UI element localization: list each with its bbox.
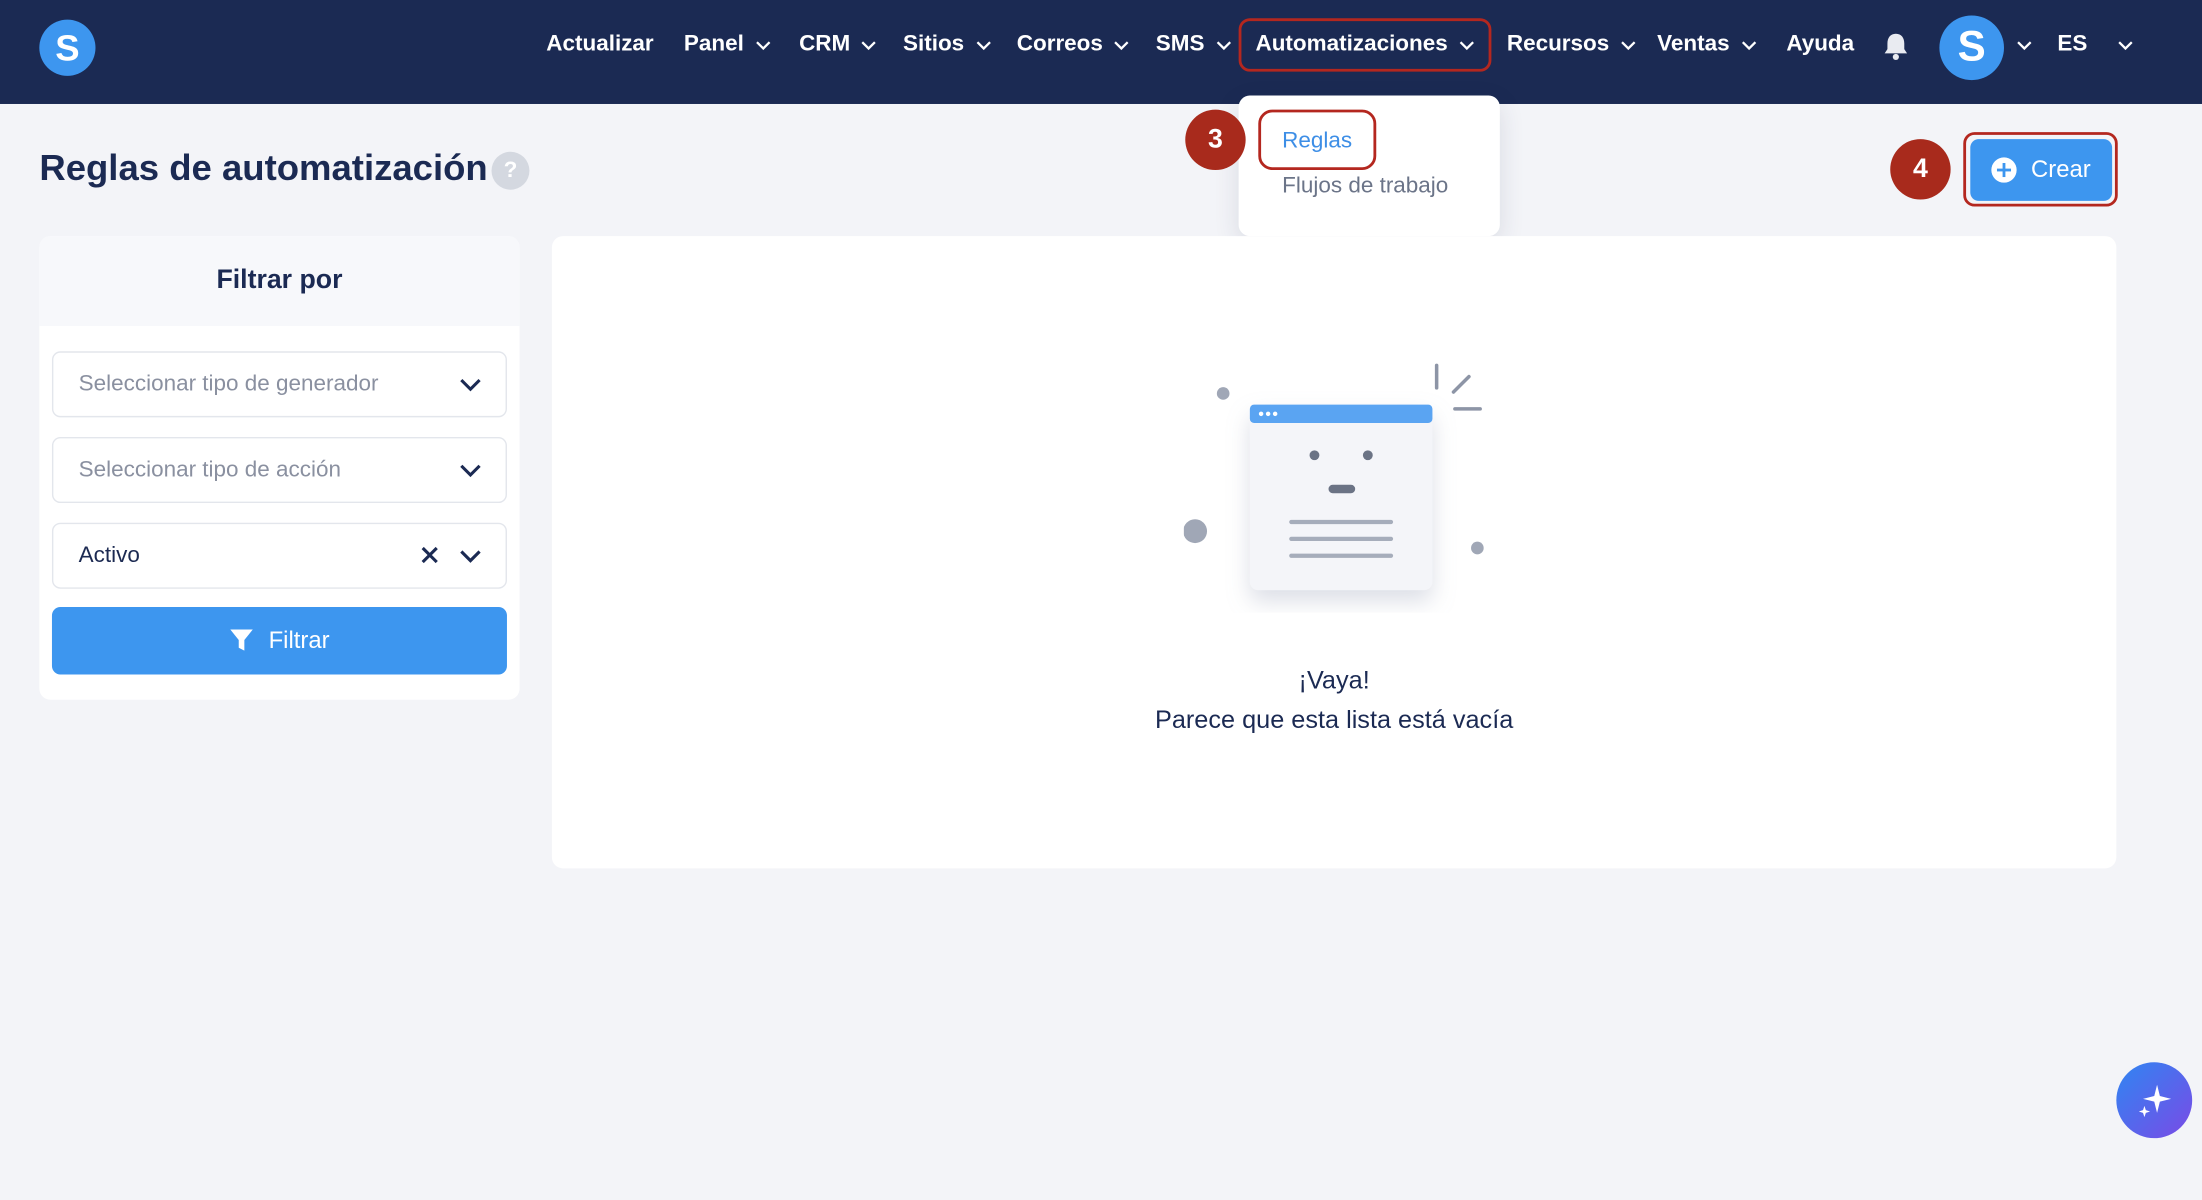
chevron-down-icon (1459, 40, 1474, 50)
nav-item-ayuda[interactable]: Ayuda (1786, 28, 1854, 62)
chevron-down-icon (460, 550, 481, 563)
filter-button-label: Filtrar (268, 626, 330, 654)
chevron-down-icon (976, 40, 991, 50)
nav-item-sitios[interactable]: Sitios (903, 28, 991, 62)
chevron-down-icon (1741, 40, 1756, 50)
nav-item-ventas[interactable]: Ventas (1657, 28, 1756, 62)
automatizaciones-dropdown: Reglas Flujos de trabajo (1238, 95, 1500, 237)
empty-state-message: Parece que esta lista está vacía (1154, 705, 1514, 734)
app-logo[interactable]: S (39, 19, 96, 76)
generator-type-select[interactable]: Seleccionar tipo de generador (51, 351, 507, 418)
sparkles-icon (2138, 1084, 2172, 1118)
dropdown-item-flujos-de-trabajo[interactable]: Flujos de trabajo (1282, 174, 1448, 199)
language-label: ES (2057, 32, 2088, 57)
page-title: Reglas de automatización (39, 146, 488, 189)
step-badge-4: 4 (1890, 139, 1951, 200)
filter-title: Filtrar por (216, 265, 343, 296)
status-value: Activo (78, 543, 140, 568)
chevron-down-icon (862, 40, 877, 50)
chevron-down-icon (460, 379, 481, 392)
rules-list-card: ¡Vaya! Parece que esta lista está vacía (551, 236, 2117, 869)
funnel-icon (230, 629, 254, 651)
language-selector[interactable]: ES (2057, 28, 2134, 62)
nav-item-automatizaciones[interactable]: Automatizaciones (1238, 18, 1492, 72)
nav-item-label: CRM (799, 32, 851, 57)
nav-item-sms[interactable]: SMS (1156, 28, 1231, 62)
action-type-select[interactable]: Seleccionar tipo de acción (51, 437, 507, 504)
nav-item-label: Automatizaciones (1255, 32, 1448, 57)
step-badge-3: 3 (1185, 109, 1246, 171)
top-nav-bar: S Actualizar Panel CRM Sitios Correos SM… (0, 0, 2202, 104)
status-select[interactable]: Activo (51, 522, 507, 589)
generator-type-placeholder: Seleccionar tipo de generador (78, 372, 379, 397)
nav-item-recursos[interactable]: Recursos (1507, 28, 1636, 62)
nav-item-label: Panel (683, 32, 744, 57)
plus-circle-icon (1991, 157, 2017, 183)
nav-item-actualizar[interactable]: Actualizar (546, 28, 653, 62)
chevron-down-icon (460, 464, 481, 478)
ai-assistant-button[interactable] (2116, 1062, 2193, 1139)
empty-list-illustration (1183, 363, 1484, 591)
create-button[interactable]: Crear (1970, 139, 2113, 201)
help-icon[interactable]: ? (491, 151, 530, 190)
chevron-down-icon (1216, 40, 1231, 50)
nav-item-label: SMS (1155, 32, 1205, 57)
nav-item-correos[interactable]: Correos (1017, 28, 1130, 62)
empty-state-title: ¡Vaya! (1298, 666, 1370, 695)
clear-icon[interactable] (420, 545, 440, 565)
app-stage: S Actualizar Panel CRM Sitios Correos SM… (0, 0, 2202, 1200)
dropdown-item-reglas[interactable]: Reglas (1282, 129, 1352, 154)
nav-item-label: Correos (1016, 32, 1103, 57)
nav-item-label: Ventas (1657, 32, 1730, 57)
chevron-down-icon[interactable] (2017, 41, 2032, 51)
filter-button[interactable]: Filtrar (51, 607, 507, 675)
action-type-placeholder: Seleccionar tipo de acción (78, 458, 341, 482)
user-avatar[interactable]: S (1939, 15, 2004, 81)
filter-panel: Filtrar por Seleccionar tipo de generado… (39, 236, 520, 700)
avatar-letter: S (1957, 23, 1986, 71)
nav-item-label: Sitios (902, 32, 965, 57)
chevron-down-icon (1621, 40, 1636, 50)
nav-item-label: Recursos (1506, 32, 1610, 57)
filter-panel-header: Filtrar por (39, 236, 520, 326)
chevron-down-icon (1114, 40, 1129, 50)
bell-icon[interactable] (1880, 31, 1911, 62)
nav-item-label: Ayuda (1786, 32, 1855, 57)
nav-item-panel[interactable]: Panel (684, 28, 771, 62)
logo-letter: S (55, 25, 80, 69)
chevron-down-icon (755, 40, 770, 50)
nav-item-label: Actualizar (546, 32, 654, 57)
nav-item-crm[interactable]: CRM (799, 28, 877, 62)
create-button-label: Crear (2031, 155, 2091, 183)
chevron-down-icon (2118, 40, 2134, 50)
help-symbol: ? (503, 158, 518, 182)
